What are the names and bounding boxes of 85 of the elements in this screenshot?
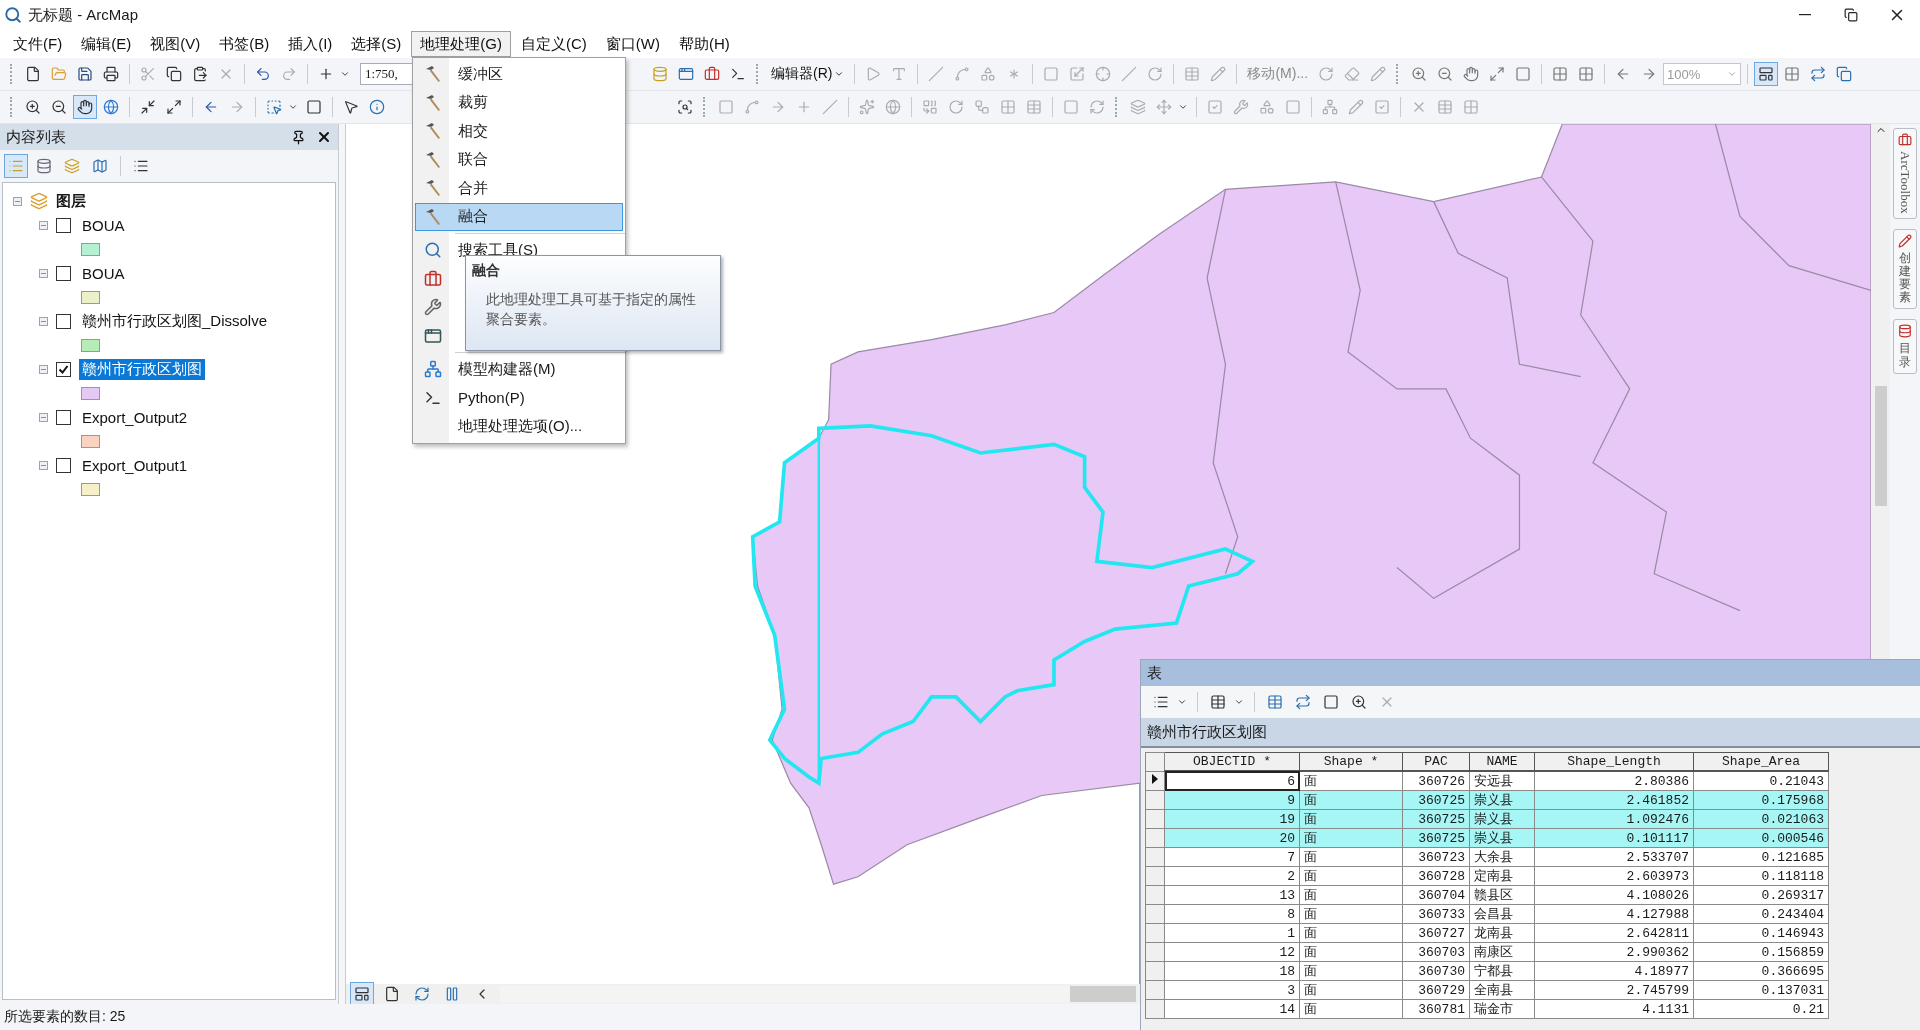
table-cell: 会昌县 xyxy=(1469,904,1535,924)
table-cell: 2.603973 xyxy=(1534,866,1694,886)
table-cell: 6 xyxy=(1164,771,1300,791)
table-cell: 面 xyxy=(1299,885,1403,905)
table-cell: 2.642811 xyxy=(1534,923,1694,943)
table-cell: 2 xyxy=(1164,866,1300,886)
table-cell: 面 xyxy=(1299,790,1403,810)
table-cell: 0.175968 xyxy=(1693,790,1829,810)
window-title: 无标题 - ArcMap xyxy=(28,5,139,25)
table-cell: 安远县 xyxy=(1469,771,1535,791)
table-cell: 2.533707 xyxy=(1534,847,1694,867)
table-cell: 3 xyxy=(1164,980,1300,1000)
table-cell: 崇义县 xyxy=(1469,790,1535,810)
table-cell: 20 xyxy=(1164,828,1300,848)
table-cell: 面 xyxy=(1299,923,1403,943)
table-cell: 19 xyxy=(1164,809,1300,829)
table-cell: 1.092476 xyxy=(1534,809,1694,829)
table-cell: 面 xyxy=(1299,809,1403,829)
table-cell: 南康区 xyxy=(1469,942,1535,962)
table-cell: 360733 xyxy=(1402,904,1470,924)
table-cell: 360781 xyxy=(1402,999,1470,1019)
table-name: 赣州市行政区划图 xyxy=(1147,722,1267,742)
table-cell: 0.156859 xyxy=(1693,942,1829,962)
table-cell: 0.146943 xyxy=(1693,923,1829,943)
table-cell: 0.101117 xyxy=(1534,828,1694,848)
table-cell: 4.108026 xyxy=(1534,885,1694,905)
table-cell: 赣县区 xyxy=(1469,885,1535,905)
table-cell: 360729 xyxy=(1402,980,1470,1000)
table-cell: 2.80386 xyxy=(1534,771,1694,791)
table-cell: 定南县 xyxy=(1469,866,1535,886)
table-cell: 2.990362 xyxy=(1534,942,1694,962)
table-cell: 0.121685 xyxy=(1693,847,1829,867)
table-cell: 面 xyxy=(1299,828,1403,848)
table-cell: 面 xyxy=(1299,904,1403,924)
table-cell: 0.269317 xyxy=(1693,885,1829,905)
table-cell: 面 xyxy=(1299,866,1403,886)
table-cell: 0.000546 xyxy=(1693,828,1829,848)
table-cell: 面 xyxy=(1299,999,1403,1019)
table-cell: 360725 xyxy=(1402,790,1470,810)
table-cell: 4.1131 xyxy=(1534,999,1694,1019)
table-cell: 360728 xyxy=(1402,866,1470,886)
table-cell: 13 xyxy=(1164,885,1300,905)
table-cell: 360703 xyxy=(1402,942,1470,962)
table-cell: 18 xyxy=(1164,961,1300,981)
table-cell: 崇义县 xyxy=(1469,828,1535,848)
table-cell: 面 xyxy=(1299,771,1403,791)
table-cell: 8 xyxy=(1164,904,1300,924)
table-cell: 12 xyxy=(1164,942,1300,962)
status-text: 所选要素的数目: 25 xyxy=(4,1008,126,1026)
table-cell: 360725 xyxy=(1402,809,1470,829)
table-cell: 瑞金市 xyxy=(1469,999,1535,1019)
table-cell: 0.137031 xyxy=(1693,980,1829,1000)
tooltip-text: 此地理处理工具可基于指定的属性聚合要素。 xyxy=(486,290,697,329)
table-cell: 宁都县 xyxy=(1469,961,1535,981)
table-cell: 0.118118 xyxy=(1693,866,1829,886)
table-cell: 0.243404 xyxy=(1693,904,1829,924)
table-cell: 崇义县 xyxy=(1469,809,1535,829)
tooltip-title: 融合 xyxy=(472,262,501,280)
table-cell: 0.21 xyxy=(1693,999,1829,1019)
table-cell: 0.21043 xyxy=(1693,771,1829,791)
table-cell: 面 xyxy=(1299,961,1403,981)
table-cell: 360725 xyxy=(1402,828,1470,848)
table-cell: 14 xyxy=(1164,999,1300,1019)
table-cell: 4.18977 xyxy=(1534,961,1694,981)
table-cell: 面 xyxy=(1299,847,1403,867)
table-cell: 全南县 xyxy=(1469,980,1535,1000)
panel-title: 内容列表 xyxy=(6,127,67,147)
table-cell: 1 xyxy=(1164,923,1300,943)
table-cell: 360730 xyxy=(1402,961,1470,981)
table-cell: 大余县 xyxy=(1469,847,1535,867)
table-cell: 360727 xyxy=(1402,923,1470,943)
table-cell: 7 xyxy=(1164,847,1300,867)
table-cell: 4.127988 xyxy=(1534,904,1694,924)
table-cell: 2.745799 xyxy=(1534,980,1694,1000)
table-cell: 360726 xyxy=(1402,771,1470,791)
table-cell: 2.461852 xyxy=(1534,790,1694,810)
table-cell: 0.366695 xyxy=(1693,961,1829,981)
table-cell: 面 xyxy=(1299,980,1403,1000)
table-cell: 龙南县 xyxy=(1469,923,1535,943)
table-cell: 9 xyxy=(1164,790,1300,810)
table-cell: 面 xyxy=(1299,942,1403,962)
table-cell: 360704 xyxy=(1402,885,1470,905)
table-cell: 0.021063 xyxy=(1693,809,1829,829)
table-cell: 360723 xyxy=(1402,847,1470,867)
window-title: 表 xyxy=(1147,663,1162,683)
